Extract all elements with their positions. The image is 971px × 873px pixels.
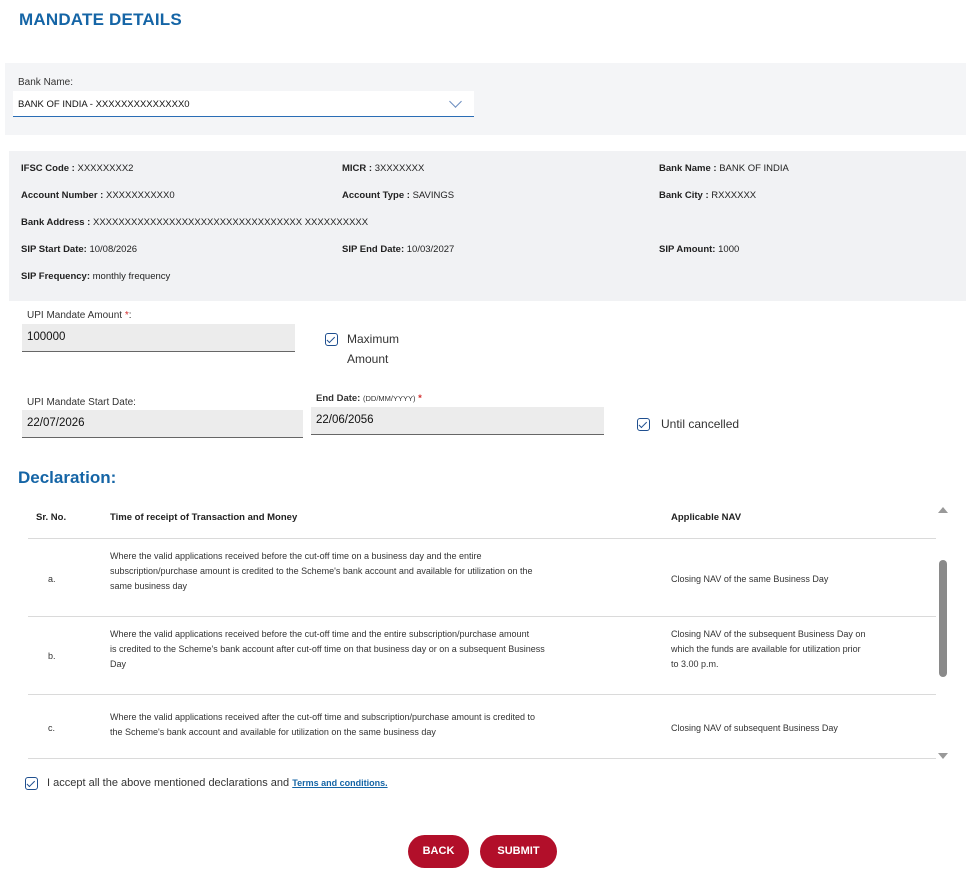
account-type: Account Type : SAVINGS	[342, 190, 455, 201]
table-row-sr: a.	[48, 574, 56, 584]
bank-address: Bank Address : XXXXXXXXXXXXXXXXXXXXXXXXX…	[21, 217, 369, 228]
row-divider	[28, 538, 936, 539]
declaration-title: Declaration:	[18, 468, 117, 487]
scroll-down-arrow-icon[interactable]	[938, 753, 948, 759]
bank-details-panel: IFSC Code : XXXXXXXX2 MICR : 3XXXXXXX Ba…	[9, 151, 966, 301]
bank-name-selected-value: BANK OF INDIA - XXXXXXXXXXXXXX0	[18, 99, 190, 110]
mandate-start-date-label: UPI Mandate Start Date:	[27, 397, 136, 408]
page-title: MANDATE DETAILS	[19, 10, 182, 29]
table-row-sr: b.	[48, 651, 56, 661]
scrollbar-thumb[interactable]	[939, 560, 947, 677]
bank-name-dropdown[interactable]: BANK OF INDIA - XXXXXXXXXXXXXX0	[13, 91, 474, 117]
back-button[interactable]: BACK	[408, 835, 469, 868]
table-row-nav: Closing NAV of subsequent Business Day	[671, 723, 838, 733]
table-header-nav: Applicable NAV	[671, 512, 742, 523]
table-row-nav: Closing NAV of the subsequent Business D…	[671, 629, 866, 669]
submit-button[interactable]: SUBMIT	[480, 835, 557, 868]
ifsc-code: IFSC Code : XXXXXXXX2	[21, 163, 134, 174]
maximum-amount-label: Maximum Amount	[347, 332, 400, 366]
sip-end-date: SIP End Date: 10/03/2027	[342, 244, 455, 255]
mandate-amount-input[interactable]: 100000	[22, 324, 295, 352]
bank-name-label: Bank Name:	[18, 77, 74, 88]
scroll-up-arrow-icon[interactable]	[938, 507, 948, 513]
table-row-time: Where the valid applications received af…	[110, 712, 536, 737]
account-number: Account Number : XXXXXXXXXX0	[21, 190, 175, 201]
row-divider	[28, 616, 936, 617]
sip-amount: SIP Amount: 1000	[659, 244, 740, 255]
table-row-sr: c.	[48, 723, 56, 733]
row-divider	[28, 694, 936, 695]
bank-select-panel: Bank Name: BANK OF INDIA - XXXXXXXXXXXXX…	[5, 63, 966, 135]
terms-and-conditions-link[interactable]: Terms and conditions.	[292, 778, 387, 788]
table-row-nav: Closing NAV of the same Business Day	[671, 574, 829, 584]
until-cancelled-checkbox[interactable]	[637, 418, 650, 431]
sip-start-date: SIP Start Date: 10/08/2026	[21, 244, 138, 255]
declaration-scrollbar[interactable]	[936, 505, 950, 761]
declaration-table: Sr. No. Time of receipt of Transaction a…	[28, 498, 936, 760]
bank-city: Bank City : RXXXXXX	[659, 190, 757, 201]
end-date-input[interactable]: 22/06/2056	[311, 407, 604, 435]
row-divider	[28, 758, 936, 759]
table-header-time: Time of receipt of Transaction and Money	[110, 512, 298, 523]
chevron-down-icon	[449, 95, 462, 108]
until-cancelled-label: Until cancelled	[661, 417, 740, 431]
table-row-time: Where the valid applications received be…	[110, 629, 545, 669]
table-header-sr-no: Sr. No.	[36, 512, 67, 523]
table-row-time: Where the valid applications received be…	[110, 551, 533, 591]
end-date-label: End Date: (DD/MM/YYYY) *	[316, 393, 422, 404]
maximum-amount-checkbox[interactable]	[325, 333, 338, 346]
accept-declarations-label: I accept all the above mentioned declara…	[47, 777, 388, 789]
micr-code: MICR : 3XXXXXXX	[342, 163, 425, 174]
mandate-amount-label: UPI Mandate Amount *:	[27, 310, 132, 321]
sip-frequency: SIP Frequency: monthly frequency	[21, 271, 171, 282]
mandate-start-date-input[interactable]: 22/07/2026	[22, 410, 303, 438]
accept-declarations-checkbox[interactable]	[25, 777, 38, 790]
bank-name-detail: Bank Name : BANK OF INDIA	[659, 163, 789, 174]
